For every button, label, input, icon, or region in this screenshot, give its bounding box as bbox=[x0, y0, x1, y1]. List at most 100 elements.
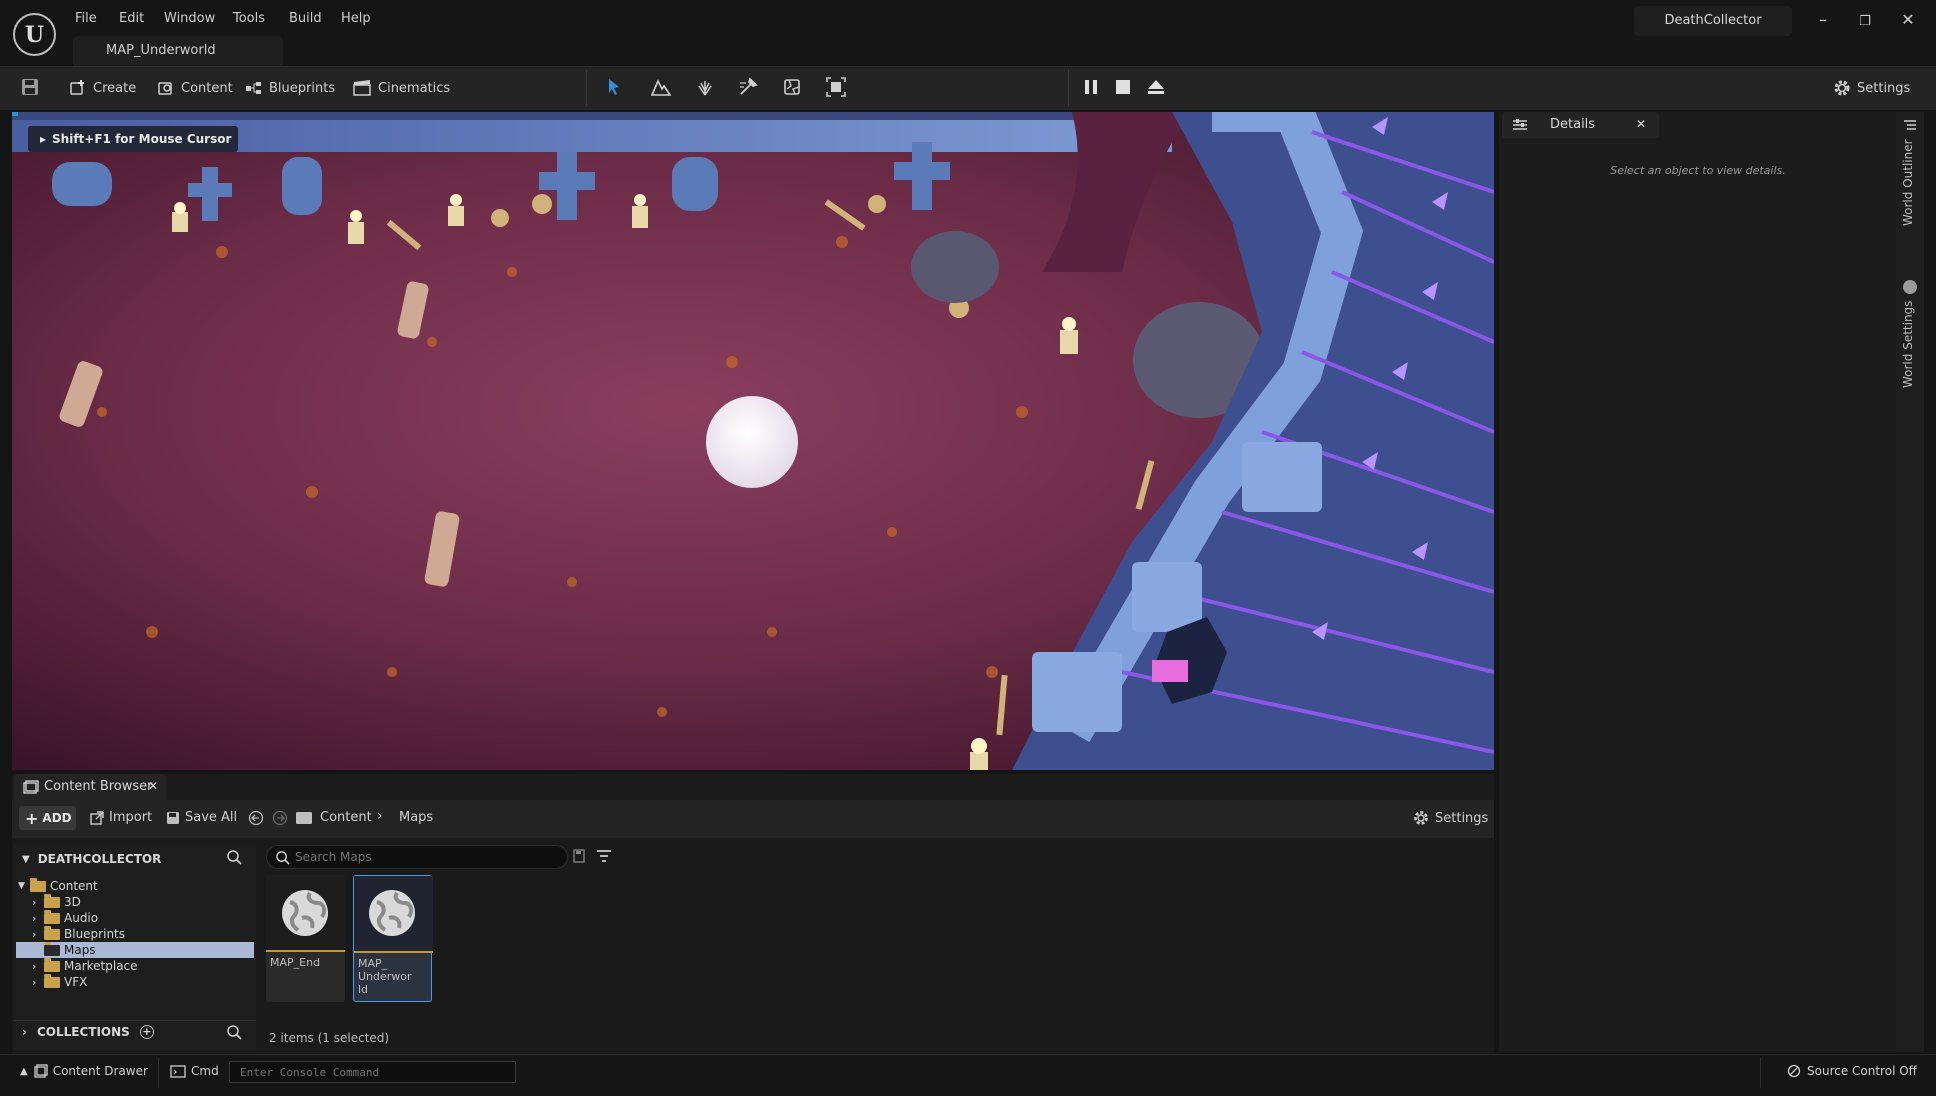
content-settings-button[interactable]: Settings bbox=[1413, 810, 1488, 826]
tree-item-3d[interactable]: › 3D bbox=[32, 893, 81, 910]
content-button[interactable]: Content bbox=[157, 76, 233, 100]
asset-map-underworld[interactable]: MAP_ Underworld bbox=[353, 875, 433, 1002]
console-command-input[interactable] bbox=[229, 1061, 516, 1083]
mesh-paint-mode-icon[interactable] bbox=[738, 77, 758, 97]
save-search-icon[interactable] bbox=[573, 849, 585, 863]
save-icon[interactable] bbox=[20, 77, 40, 97]
breadcrumb-content[interactable]: Content bbox=[320, 810, 372, 825]
item-count: 2 items (1 selected) bbox=[269, 1031, 390, 1045]
asset-map-end[interactable]: MAP_End bbox=[266, 875, 345, 1002]
tree-item-marketplace[interactable]: › Marketplace bbox=[32, 957, 138, 974]
content-icon bbox=[157, 79, 175, 97]
forward-icon[interactable] bbox=[272, 810, 288, 826]
folder-icon bbox=[44, 957, 60, 972]
world-settings-tab[interactable]: World Settings bbox=[1901, 301, 1915, 388]
tree-item-content[interactable]: ▼ Content bbox=[18, 877, 98, 894]
close-details-icon[interactable]: ✕ bbox=[1636, 117, 1646, 131]
breadcrumb-maps[interactable]: Maps bbox=[399, 810, 433, 825]
menu-tools[interactable]: Tools bbox=[233, 11, 265, 26]
create-button[interactable]: Create bbox=[69, 76, 136, 100]
content-drawer-button[interactable]: ▲ Content Drawer bbox=[20, 1064, 148, 1078]
restore-button[interactable]: ❐ bbox=[1850, 14, 1880, 40]
back-icon[interactable] bbox=[248, 810, 264, 826]
folder-icon bbox=[44, 941, 60, 956]
fracture-mode-icon[interactable] bbox=[782, 77, 802, 97]
source-control-off-icon bbox=[1787, 1064, 1801, 1078]
folder-icon bbox=[44, 893, 60, 908]
details-tab[interactable]: Details ✕ bbox=[1502, 112, 1659, 138]
add-button[interactable]: + ADD bbox=[19, 806, 76, 830]
chevron-right-icon: › bbox=[22, 1025, 27, 1039]
level-viewport[interactable] bbox=[12, 112, 1494, 770]
project-tree-header[interactable]: ▼ DEATHCOLLECTOR bbox=[22, 852, 161, 866]
chevron-right-icon: › bbox=[32, 975, 37, 989]
create-label: Create bbox=[93, 80, 137, 96]
collections-header[interactable]: › COLLECTIONS + bbox=[22, 1025, 154, 1039]
stop-icon[interactable] bbox=[1114, 78, 1132, 96]
asset-label: MAP_End bbox=[270, 956, 321, 969]
content-browser-tabbar bbox=[12, 774, 1494, 800]
outliner-menu-icon[interactable] bbox=[1902, 118, 1918, 134]
level-tab[interactable]: MAP_Underworld bbox=[73, 36, 283, 66]
content-drawer-icon bbox=[34, 1064, 48, 1078]
settings-label: Settings bbox=[1857, 80, 1911, 96]
tree-item-audio[interactable]: › Audio bbox=[32, 909, 98, 926]
details-icon bbox=[1512, 118, 1528, 132]
side-tab-strip bbox=[1896, 112, 1924, 1052]
tree-item-vfx[interactable]: › VFX bbox=[32, 973, 87, 990]
menu-file[interactable]: File bbox=[75, 11, 97, 26]
cinematics-button[interactable]: Cinematics bbox=[352, 76, 450, 100]
chevron-right-icon: › bbox=[32, 911, 37, 925]
filter-icon[interactable] bbox=[596, 848, 612, 864]
menu-help[interactable]: Help bbox=[341, 11, 371, 26]
add-collection-icon[interactable]: + bbox=[139, 1025, 154, 1039]
foliage-mode-icon[interactable] bbox=[695, 77, 715, 97]
pause-icon[interactable] bbox=[1083, 78, 1099, 96]
tree-item-maps[interactable]: Maps bbox=[16, 941, 254, 958]
toolbar-separator bbox=[586, 70, 587, 106]
import-button[interactable]: Import bbox=[90, 810, 152, 825]
chevron-down-icon: ▼ bbox=[18, 881, 25, 891]
landscape-mode-icon[interactable] bbox=[651, 77, 671, 97]
import-label: Import bbox=[109, 810, 153, 825]
close-button[interactable]: ✕ bbox=[1893, 10, 1923, 36]
cmd-button[interactable]: Cmd bbox=[170, 1064, 219, 1078]
menu-window[interactable]: Window bbox=[164, 11, 215, 26]
mouse-cursor-hint: ▸ Shift+F1 for Mouse Cursor bbox=[28, 126, 238, 152]
save-all-button[interactable]: Save All bbox=[166, 810, 237, 825]
folder-icon bbox=[44, 925, 60, 940]
gear-icon bbox=[1833, 79, 1851, 97]
asset-search-box[interactable] bbox=[266, 845, 568, 869]
blueprints-button[interactable]: Blueprints bbox=[245, 76, 335, 100]
logo-text: U bbox=[24, 21, 45, 48]
select-mode-icon[interactable] bbox=[605, 77, 625, 97]
content-label: Content bbox=[181, 80, 233, 96]
content-browser-tab[interactable]: Content Browser ✕ bbox=[14, 774, 166, 800]
source-control-button[interactable]: Source Control Off bbox=[1787, 1064, 1917, 1078]
menu-edit[interactable]: Edit bbox=[119, 11, 144, 26]
folder-icon bbox=[44, 909, 60, 924]
globe-icon bbox=[1903, 280, 1917, 294]
menu-build[interactable]: Build bbox=[289, 11, 322, 26]
plus-icon: + bbox=[25, 808, 39, 828]
tree-item-blueprints[interactable]: › Blueprints bbox=[32, 925, 125, 942]
modeling-mode-icon[interactable] bbox=[826, 77, 846, 97]
folder-icon bbox=[296, 812, 312, 824]
tree-search-icon[interactable] bbox=[226, 849, 242, 865]
world-outliner-tab[interactable]: World Outliner bbox=[1901, 139, 1915, 226]
tree-item-label: 3D bbox=[64, 895, 81, 909]
collections-search-icon[interactable] bbox=[226, 1024, 242, 1040]
blueprints-icon bbox=[245, 79, 263, 97]
source-control-label: Source Control Off bbox=[1807, 1064, 1917, 1078]
hint-text: Shift+F1 for Mouse Cursor bbox=[52, 132, 232, 146]
unreal-logo[interactable]: U bbox=[13, 13, 56, 56]
minimize-button[interactable]: – bbox=[1808, 10, 1838, 36]
create-icon bbox=[69, 79, 87, 97]
chevron-right-icon: › bbox=[32, 895, 37, 909]
eject-icon[interactable] bbox=[1146, 77, 1166, 97]
viewport-focus-marker bbox=[12, 112, 18, 116]
close-content-browser-icon[interactable]: ✕ bbox=[148, 779, 158, 793]
search-input[interactable] bbox=[295, 848, 555, 866]
asset-thumbnail bbox=[354, 876, 433, 953]
toolbar-settings-button[interactable]: Settings bbox=[1833, 76, 1910, 100]
